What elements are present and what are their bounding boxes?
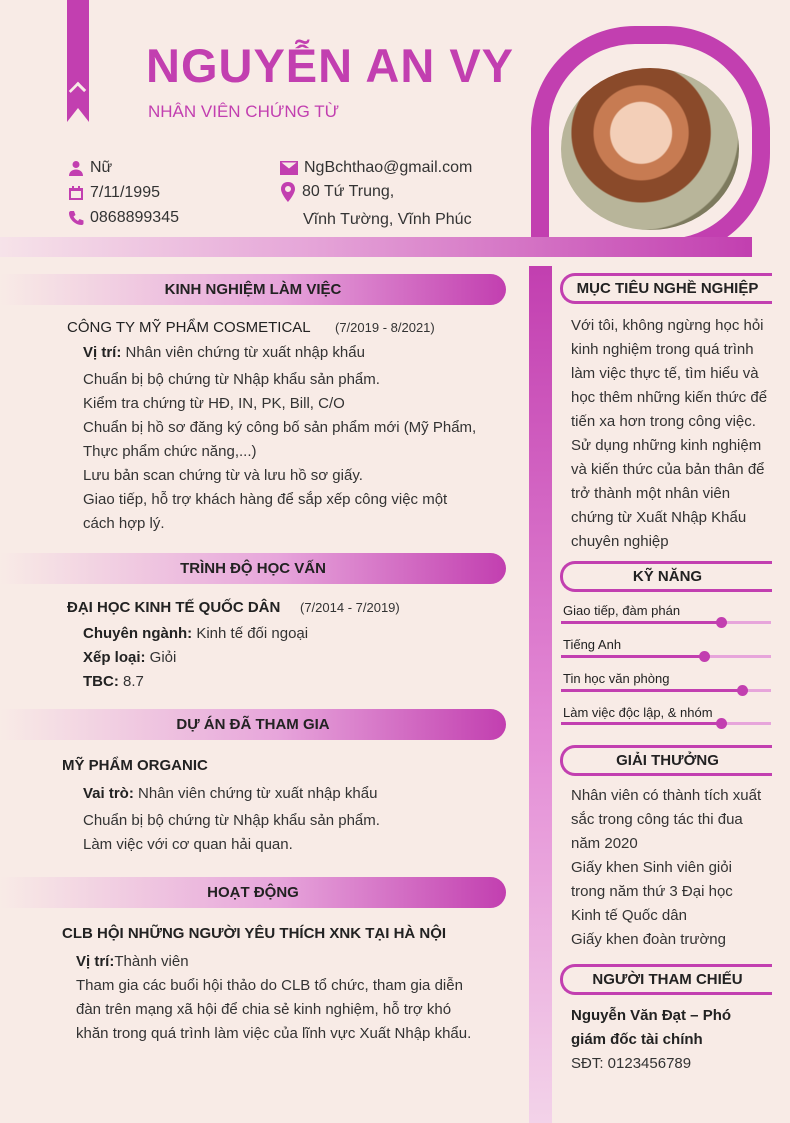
skill-level-dot (698, 651, 710, 662)
candidate-name: NGUYỄN AN VY (146, 39, 515, 92)
experience-line: Chuẩn bị bộ chứng từ Nhập khẩu sản phẩm. (83, 371, 380, 388)
activity-position: Vị trí:Thành viên (76, 953, 189, 970)
experience-line: Kiểm tra chứng từ HĐ, IN, PK, Bill, C/O (83, 395, 345, 412)
objective-heading: MỤC TIÊU NGHỀ NGHIỆP (560, 273, 772, 304)
project-line: Làm việc với cơ quan hải quan. (83, 836, 293, 853)
skill-level-dot (715, 617, 727, 628)
skill-label: Làm việc độc lập, & nhóm (563, 705, 713, 720)
experience-line: Thực phẩm chức năng,...) (83, 443, 257, 460)
contact-email: NgBchthao@gmail.com (280, 159, 472, 177)
location-icon (280, 182, 296, 202)
skills-heading: KỸ NĂNG (560, 561, 772, 592)
skill-level-dot (715, 718, 727, 729)
bookmark-ribbon-icon (67, 0, 89, 122)
activity-club: CLB HỘI NHỮNG NGƯỜI YÊU THÍCH XNK TẠI HÀ… (62, 925, 447, 942)
mail-icon (280, 160, 298, 176)
skill-bar (561, 651, 771, 662)
column-divider-bar (529, 266, 552, 1123)
education-heading: TRÌNH ĐỘ HỌC VẤN (0, 553, 506, 584)
awards-heading: GIẢI THƯỞNG (560, 745, 772, 776)
activity-line: đàn trên mạng xã hội để chia sẻ kinh ngh… (76, 1001, 452, 1018)
experience-line: Lưu bản scan chứng từ và lưu hồ sơ giấy. (83, 467, 363, 484)
projects-heading: DỰ ÁN ĐÃ THAM GIA (0, 709, 506, 740)
reference-heading: NGƯỜI THAM CHIẾU (560, 964, 772, 995)
education-rank: Xếp loại: Giỏi (83, 649, 177, 666)
contact-address-line2: Vĩnh Tường, Vĩnh Phúc (303, 211, 472, 228)
experience-line: Chuẩn bị hồ sơ đăng ký công bố sản phẩm … (83, 419, 477, 436)
profile-photo (561, 68, 739, 230)
objective-text: Với tôi, không ngừng học hỏi kinh nghiệm… (571, 317, 768, 550)
skill-label: Tiếng Anh (563, 637, 622, 652)
contact-dob: 7/11/1995 (68, 184, 160, 202)
experience-heading: KINH NGHIỆM LÀM VIỆC (0, 274, 506, 305)
experience-company: CÔNG TY MỸ PHẨM COSMETICAL (67, 319, 311, 336)
header-divider-bar (0, 237, 752, 257)
contact-phone: 0868899345 (68, 209, 179, 227)
experience-position: Vị trí: Nhân viên chứng từ xuất nhập khẩ… (83, 344, 365, 361)
education-school: ĐẠI HỌC KINH TẾ QUỐC DÂN (67, 599, 281, 616)
skill-bar (561, 685, 771, 696)
skill-level-dot (736, 685, 748, 696)
phone-icon (68, 210, 84, 226)
project-name: MỸ PHẨM ORGANIC (62, 757, 208, 774)
person-icon (68, 160, 84, 176)
skill-bar (561, 617, 771, 628)
education-period: (7/2014 - 7/2019) (300, 600, 400, 615)
education-major: Chuyên ngành: Kinh tế đối ngoại (83, 625, 309, 642)
experience-line: Giao tiếp, hỗ trợ khách hàng để sắp xếp … (83, 491, 448, 508)
project-role: Vai trò: Nhân viên chứng từ xuất nhập kh… (83, 785, 378, 802)
skill-label: Giao tiếp, đàm phán (563, 603, 681, 618)
education-gpa: TBC: 8.7 (83, 673, 144, 690)
awards-text: Nhân viên có thành tích xuất sắc trong c… (571, 787, 762, 948)
skill-bar (561, 718, 771, 729)
skill-label: Tin học văn phòng (563, 671, 670, 686)
job-title: NHÂN VIÊN CHỨNG TỪ (148, 102, 340, 121)
activities-heading: HOẠT ĐỘNG (0, 877, 506, 908)
contact-address: 80 Tứ Trung, (280, 182, 394, 202)
experience-period: (7/2019 - 8/2021) (335, 320, 435, 335)
project-line: Chuẩn bị bộ chứng từ Nhập khẩu sản phẩm. (83, 812, 380, 829)
contact-gender: Nữ (68, 159, 112, 177)
experience-line: cách hợp lý. (83, 515, 165, 532)
activity-line: Tham gia các buổi hội thảo do CLB tổ chứ… (76, 977, 463, 994)
activity-line: khăn trong quá trình làm việc của lĩnh v… (76, 1025, 472, 1042)
calendar-icon (68, 185, 84, 201)
reference-text: Nguyễn Văn Đạt – Phó giám đốc tài chính … (571, 1007, 732, 1072)
